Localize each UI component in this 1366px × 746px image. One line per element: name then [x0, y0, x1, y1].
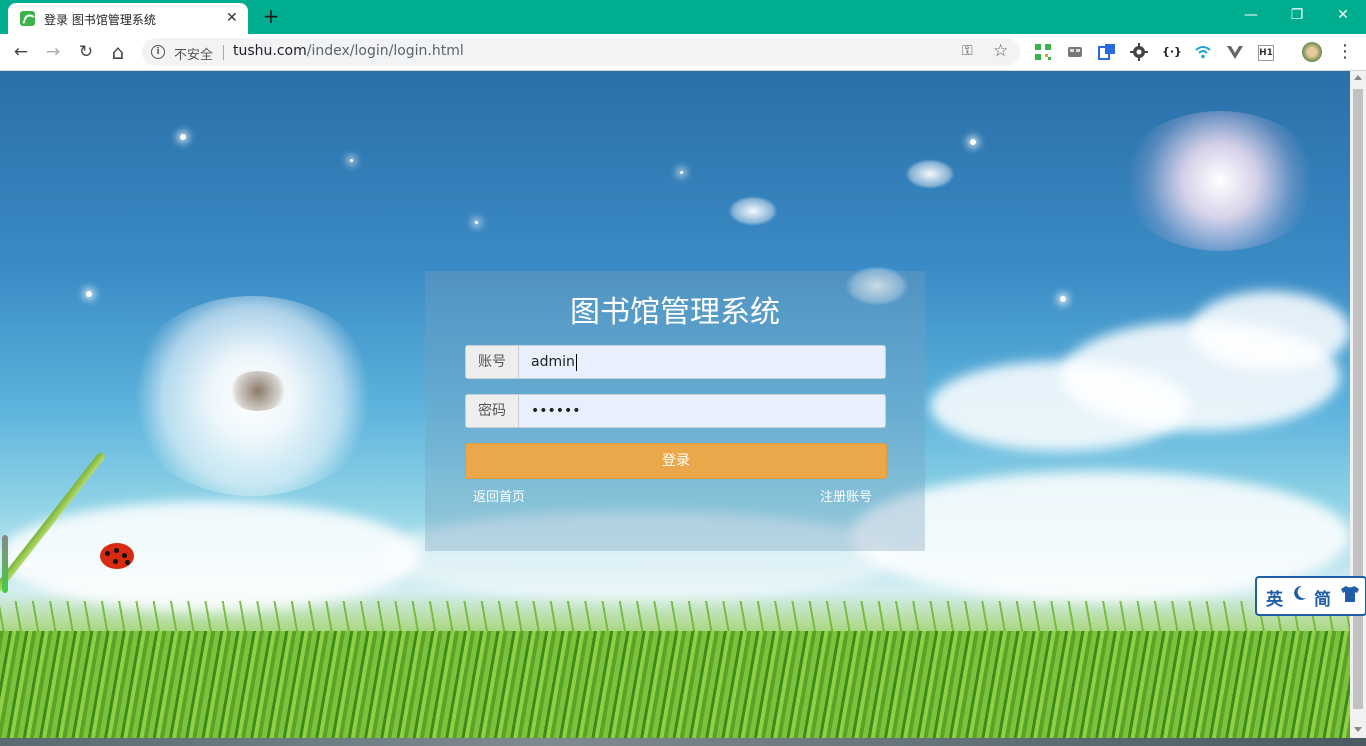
gear-icon[interactable] [1130, 43, 1148, 61]
site-favicon-icon [20, 11, 35, 26]
sun-flare [1120, 111, 1320, 251]
reload-button[interactable]: ↻ [74, 40, 98, 64]
sparkle [475, 221, 478, 224]
browser-menu-icon[interactable]: ⋮ [1336, 43, 1354, 61]
left-edge-indicator [2, 535, 8, 593]
scrollbar-thumb[interactable] [1353, 89, 1363, 709]
vue-icon[interactable] [1226, 43, 1244, 61]
translate-icon[interactable] [1098, 43, 1116, 61]
scroll-up-arrow-icon[interactable] [1354, 75, 1362, 80]
back-button[interactable]: ← [9, 40, 33, 64]
dandelion-seed [905, 159, 955, 189]
login-button[interactable]: 登录 [465, 443, 887, 479]
ladybug [100, 543, 134, 569]
tab-close-icon[interactable]: ✕ [226, 10, 238, 26]
scroll-down-arrow-icon[interactable] [1354, 727, 1362, 732]
sparkle [680, 171, 683, 174]
h1-icon[interactable]: H1 [1258, 45, 1274, 61]
sparkle [180, 134, 186, 140]
security-status: 不安全 [174, 48, 214, 63]
login-panel: 图书馆管理系统 账号 admin 密码 •••••• 登录 返回首页 注册账号 [425, 271, 925, 551]
json-icon[interactable]: {·} [1162, 43, 1182, 61]
site-info-icon[interactable]: i [151, 45, 165, 59]
tab-title: 登录 图书馆管理系统 [44, 13, 156, 27]
url-path: /index/login/login.html [306, 43, 464, 59]
sparkle [1060, 296, 1066, 302]
cloud [1190, 291, 1350, 371]
home-button[interactable]: ⌂ [106, 40, 130, 64]
tab-manager-icon[interactable] [1066, 43, 1084, 61]
qr-code-icon[interactable] [1034, 43, 1052, 61]
ime-language-toggle[interactable]: 英 [1266, 585, 1283, 610]
password-field[interactable]: 密码 •••••• [465, 394, 886, 428]
dandelion-seed [728, 196, 778, 226]
vertical-scrollbar[interactable] [1350, 71, 1366, 738]
wifi-icon[interactable] [1194, 43, 1212, 61]
bookmark-star-icon[interactable]: ☆ [993, 41, 1008, 61]
username-field[interactable]: 账号 admin [465, 345, 886, 379]
sparkle [970, 139, 976, 145]
username-input[interactable]: admin [531, 346, 577, 378]
text-caret [575, 353, 577, 371]
forward-button[interactable]: → [41, 40, 65, 64]
ime-script-toggle[interactable]: 简 [1314, 585, 1331, 610]
shirt-icon[interactable] [1340, 585, 1360, 608]
sparkle [350, 159, 353, 162]
password-input[interactable]: •••••• [531, 395, 581, 427]
address-separator [223, 45, 224, 60]
login-title: 图书馆管理系统 [570, 295, 780, 330]
password-key-icon[interactable]: ⚿ [962, 43, 973, 59]
username-value: admin [531, 354, 575, 370]
dandelion-core [228, 371, 288, 411]
cloud [0, 501, 420, 611]
url-host: tushu.com [233, 43, 307, 59]
browser-toolbar: ← → ↻ ⌂ i 不安全 tushu.com/index/login/logi… [0, 34, 1366, 71]
username-label: 账号 [466, 346, 519, 378]
browser-tab[interactable]: 登录 图书馆管理系统 ✕ [8, 3, 248, 34]
new-tab-button[interactable]: + [260, 5, 282, 27]
ime-toolbar[interactable]: 英 简 [1255, 576, 1366, 616]
grass [0, 631, 1350, 738]
password-label: 密码 [466, 395, 519, 427]
url-text[interactable]: tushu.com/index/login/login.html [233, 43, 464, 59]
minimize-button[interactable]: — [1231, 4, 1271, 26]
restore-button[interactable]: ❐ [1277, 4, 1317, 26]
register-link[interactable]: 注册账号 [820, 486, 872, 505]
sparkle [86, 291, 92, 297]
close-window-button[interactable]: ✕ [1323, 4, 1363, 26]
moon-icon[interactable] [1293, 585, 1307, 606]
tab-strip: 登录 图书馆管理系统 ✕ + — ❐ ✕ [0, 0, 1366, 34]
taskbar-strip [0, 738, 1366, 746]
back-home-link[interactable]: 返回首页 [473, 486, 525, 505]
page-background: 图书馆管理系统 账号 admin 密码 •••••• 登录 返回首页 注册账号 [0, 71, 1350, 738]
address-bar[interactable]: i 不安全 tushu.com/index/login/login.html ⚿… [142, 38, 1020, 66]
avatar-icon[interactable] [1302, 42, 1322, 62]
